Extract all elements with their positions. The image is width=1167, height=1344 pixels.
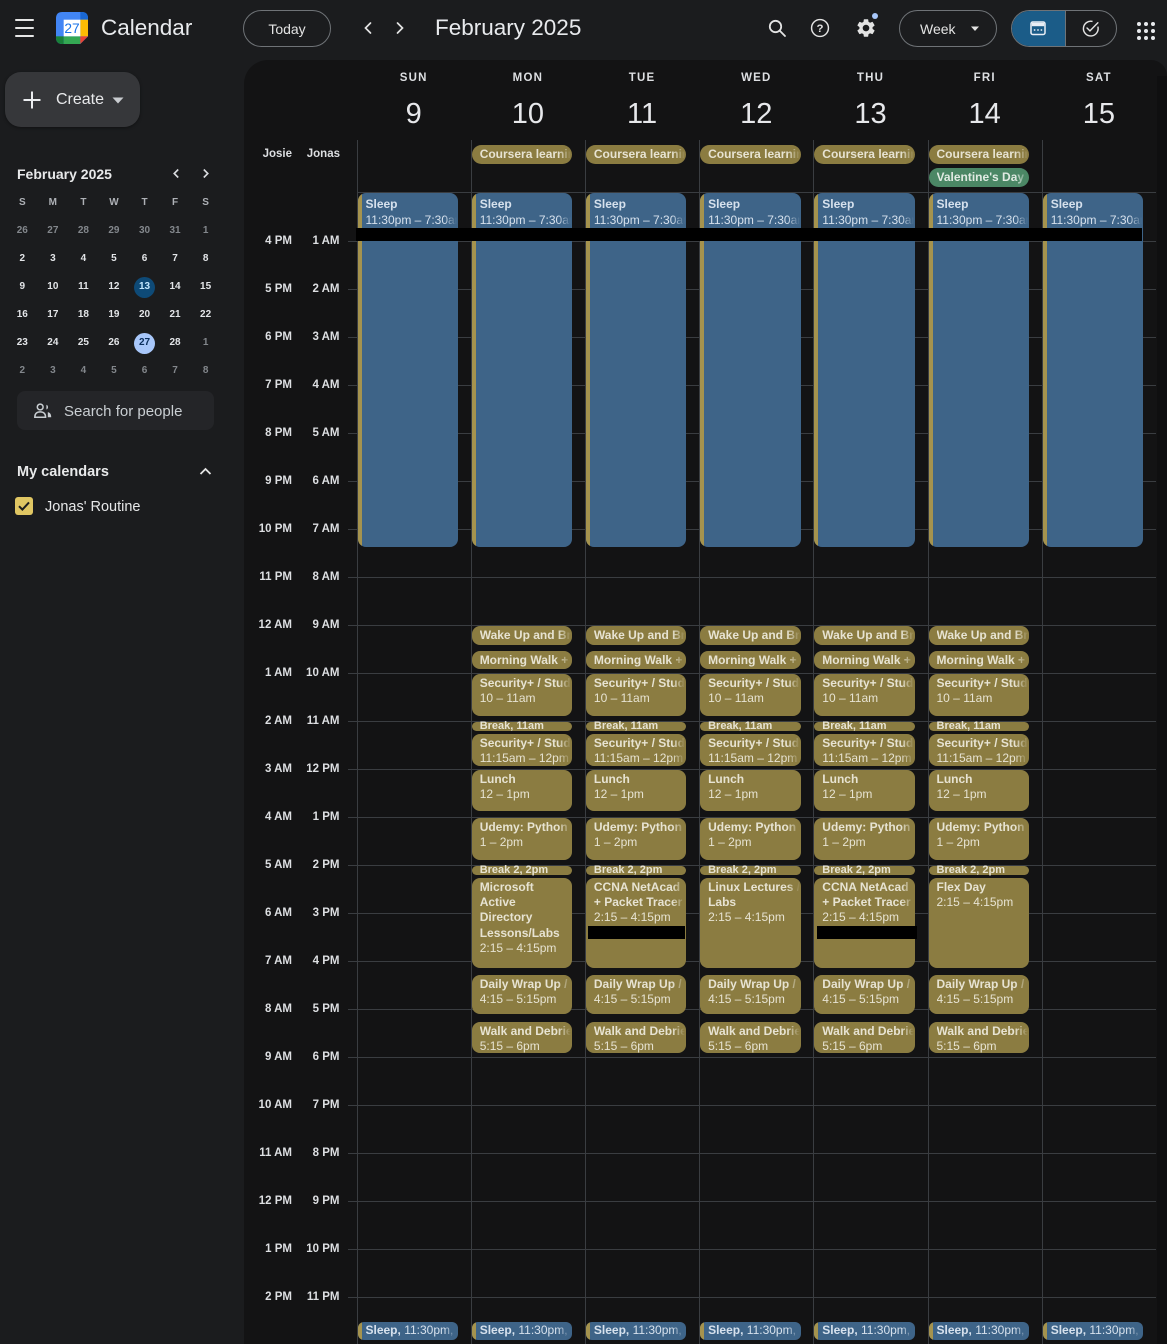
svg-text:?: ? xyxy=(817,23,824,35)
svg-text:27: 27 xyxy=(64,21,79,36)
